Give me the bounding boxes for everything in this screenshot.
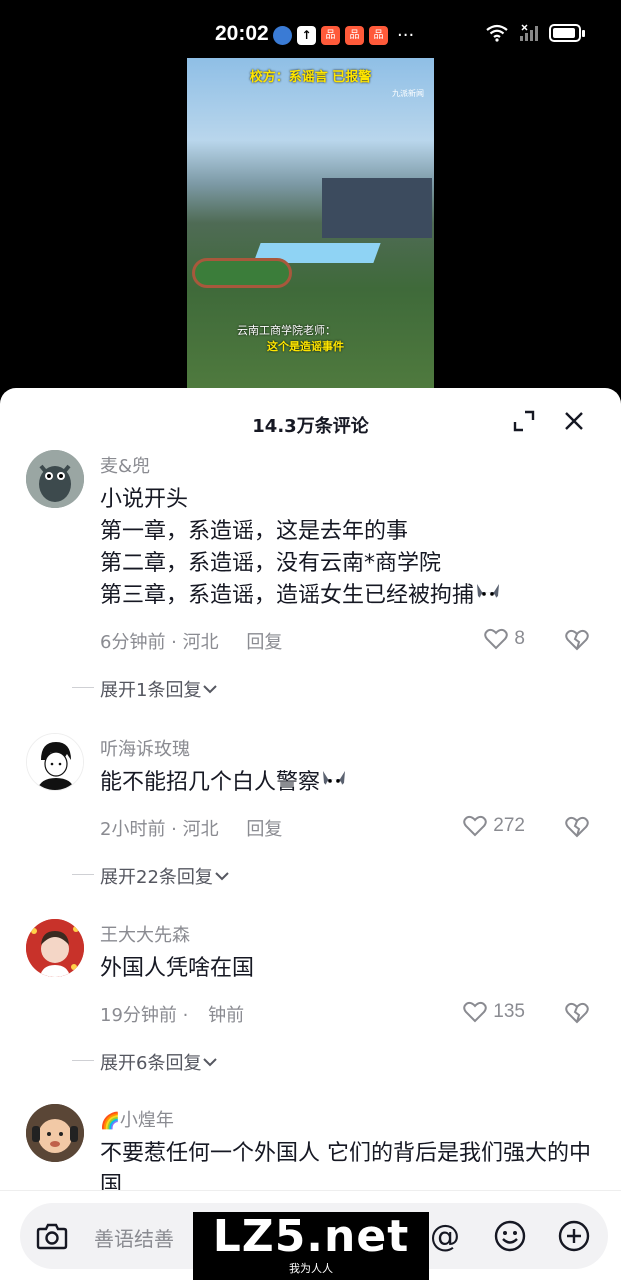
plus-icon[interactable] — [557, 1219, 591, 1253]
broken-heart-icon[interactable] — [565, 628, 589, 652]
husky-emoji-icon — [323, 771, 346, 791]
avatar[interactable] — [26, 1104, 84, 1162]
status-bar: 20:02 ↑ 品 品 品 ··· — [0, 0, 621, 60]
comment-text: 外国人凭啥在国 — [100, 956, 255, 981]
comment-author[interactable]: 麦&兜 — [100, 452, 150, 478]
watermark: LZ5.net 我为人人 — [193, 1212, 429, 1280]
comment-meta: 19分钟前 · 钟前 — [100, 1001, 244, 1027]
notification-icons: ↑ 品 品 品 ··· — [273, 25, 414, 46]
close-icon[interactable] — [563, 410, 585, 432]
comment-author[interactable]: 王大大先森 — [100, 921, 190, 947]
broken-heart-icon[interactable] — [565, 815, 589, 839]
browser-icon — [273, 26, 292, 45]
emoji-icon[interactable] — [493, 1219, 527, 1253]
comment-author[interactable]: 听海诉玫瑰 — [100, 735, 190, 761]
comment-time-extra: 钟前 — [208, 1005, 245, 1026]
video-caption-bottom: 云南工商学院老师： 这个是造谣事件 — [237, 323, 344, 355]
video-caption-line2: 这个是造谣事件 — [267, 340, 344, 353]
comment-text-content: 小说开头 第一章，系造谣，这是去年的事 第二章，系造谣，没有云南*商学院 第三章… — [100, 487, 475, 608]
heart-icon — [463, 1001, 488, 1023]
chevron-down-icon — [215, 872, 229, 881]
video-thumbnail[interactable]: 校方：系谣言 已报警 九派新闻 云南工商学院老师： 这个是造谣事件 — [187, 58, 434, 388]
reply-button[interactable]: 回复 — [246, 632, 282, 653]
like-count: 8 — [514, 628, 525, 649]
expand-replies-label: 展开1条回复 — [100, 680, 202, 701]
like-button[interactable]: 135 — [463, 1001, 525, 1023]
like-button[interactable]: 8 — [484, 628, 525, 650]
system-icons — [485, 24, 585, 42]
battery-icon — [549, 24, 585, 42]
camera-icon[interactable] — [36, 1221, 68, 1251]
app-icon: 品 — [321, 26, 340, 45]
heart-icon — [463, 815, 488, 837]
expand-replies-button[interactable]: 展开1条回复 — [71, 676, 219, 702]
broken-heart-icon[interactable] — [565, 1001, 589, 1025]
expand-replies-label: 展开6条回复 — [100, 1053, 202, 1074]
wifi-icon — [486, 24, 508, 42]
video-caption-top: 校方：系谣言 已报警 — [249, 70, 372, 85]
comment-author-label: 小煌年 — [119, 1110, 174, 1131]
avatar[interactable] — [26, 919, 84, 977]
comment-text-content: 能不能招几个白人警察 — [100, 770, 321, 795]
expand-replies-button[interactable]: 展开6条回复 — [71, 1049, 219, 1075]
watermark-logo: LZ5.net — [212, 1211, 410, 1262]
comment-meta: 2小时前 · 河北 回复 — [100, 815, 282, 841]
more-notifications-icon: ··· — [397, 25, 415, 46]
video-building — [322, 178, 432, 238]
comment-meta: 6分钟前 · 河北 回复 — [100, 628, 282, 654]
comment-input-placeholder: 善语结善 — [94, 1227, 174, 1251]
like-count: 272 — [493, 815, 525, 836]
mention-icon[interactable]: @ — [430, 1219, 460, 1254]
upload-icon: ↑ — [297, 26, 316, 45]
expand-replies-label: 展开22条回复 — [100, 867, 213, 888]
heart-icon — [484, 628, 509, 650]
chevron-down-icon — [203, 1058, 218, 1067]
comment-time: 19分钟前 · — [100, 1005, 189, 1026]
watermark-subtitle: 我为人人 — [289, 1262, 333, 1275]
comment-author[interactable]: 🌈小煌年 — [100, 1106, 174, 1132]
comment-time: 2小时前 · 河北 — [100, 819, 219, 840]
comment-time: 6分钟前 · 河北 — [100, 632, 219, 653]
video-field — [192, 258, 292, 288]
video-source-tag: 九派新闻 — [392, 89, 424, 98]
expand-replies-button[interactable]: 展开22条回复 — [72, 863, 231, 889]
chevron-down-icon — [203, 685, 218, 694]
rainbow-icon: 🌈 — [100, 1111, 120, 1130]
video-caption-line1: 云南工商学院老师： — [237, 324, 336, 337]
app-icon: 品 — [345, 26, 364, 45]
comments-header: 14.3万条评论 — [0, 388, 621, 454]
like-button[interactable]: 272 — [463, 815, 525, 837]
husky-emoji-icon — [477, 584, 500, 604]
comments-sheet: 14.3万条评论 麦&兜 小说开头 第一章，系造谣，这是去年的事 第二章，系造谣… — [0, 388, 621, 1280]
like-count: 135 — [493, 1001, 525, 1022]
avatar[interactable] — [26, 450, 84, 508]
avatar[interactable] — [26, 733, 84, 791]
comment-text: 能不能招几个白人警察 — [100, 767, 600, 799]
signal-icon — [520, 24, 538, 41]
comment-text: 小说开头 第一章，系造谣，这是去年的事 第二章，系造谣，没有云南*商学院 第三章… — [100, 484, 600, 612]
status-time: 20:02 — [215, 22, 269, 45]
video-player[interactable]: 校方：系谣言 已报警 九派新闻 云南工商学院老师： 这个是造谣事件 — [0, 58, 621, 390]
app-icon: 品 — [369, 26, 388, 45]
reply-button[interactable]: 回复 — [246, 819, 282, 840]
expand-icon[interactable] — [513, 410, 535, 432]
